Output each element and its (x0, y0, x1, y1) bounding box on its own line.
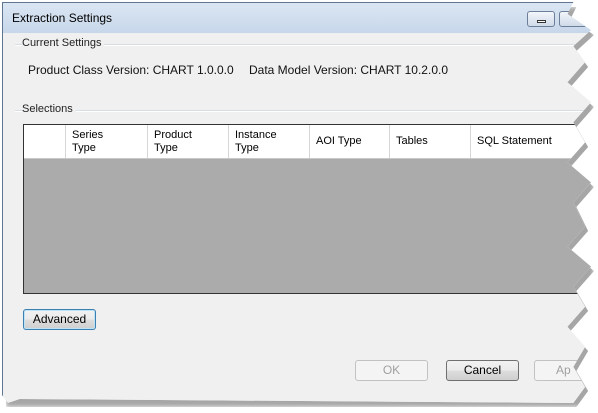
column-header-series-type[interactable]: Series Type (66, 125, 148, 158)
minimize-icon (537, 20, 546, 23)
grid-header: Series Type Product Type Instance Type AOI … (24, 125, 591, 159)
series-type-line2: Type (72, 141, 96, 154)
selections-grid[interactable]: Series Type Product Type Instance Type AOI … (23, 124, 591, 294)
advanced-button[interactable]: Advanced (23, 309, 96, 330)
current-settings-label: Current Settings (22, 37, 105, 49)
aoi-type-label: AOI Type (316, 135, 362, 147)
ok-button[interactable]: OK (355, 360, 428, 381)
series-type-line1: Series (72, 128, 104, 141)
sql-statement-label: SQL Statement (477, 135, 552, 147)
product-class-version: Product Class Version: CHART 1.0.0.0 (28, 63, 234, 77)
dialog-client: Current Settings Product Class Version: … (11, 33, 591, 403)
cancel-button[interactable]: Cancel (446, 360, 519, 381)
minimize-button[interactable] (527, 11, 555, 27)
product-type-line2: Type (154, 141, 178, 154)
window-title: Extraction Settings (12, 11, 113, 25)
selections-divider (15, 110, 591, 112)
apply-button[interactable]: Ap (534, 360, 591, 381)
dialog-window: Extraction Settings Current Settings Pro… (2, 2, 591, 403)
column-header-aoi-type[interactable]: AOI Type (310, 125, 390, 158)
column-header-instance-type[interactable]: Instance Type (229, 125, 310, 158)
column-header-tables[interactable]: Tables (390, 125, 471, 158)
tables-label: Tables (396, 135, 428, 147)
row-header-corner (24, 125, 66, 158)
instance-type-line2: Type (235, 141, 259, 154)
product-type-line1: Product (154, 128, 192, 141)
instance-type-line1: Instance (235, 128, 277, 141)
data-model-version: Data Model Version: CHART 10.2.0.0 (249, 63, 448, 77)
title-bar[interactable]: Extraction Settings (3, 3, 591, 33)
selections-label: Selections (22, 103, 76, 115)
column-header-product-type[interactable]: Product Type (148, 125, 229, 158)
column-header-sql-statement[interactable]: SQL Statement (471, 125, 591, 158)
